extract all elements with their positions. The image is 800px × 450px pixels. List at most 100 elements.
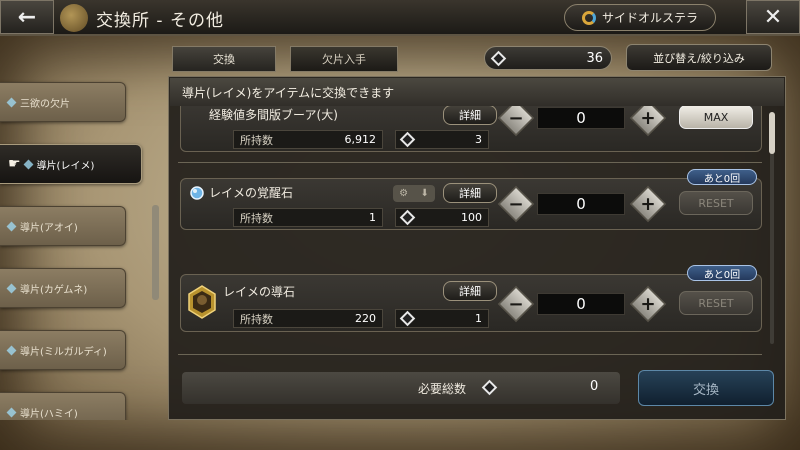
item-tag-icons: ⚙ ⬇ <box>393 185 435 202</box>
cost-value: 3 <box>475 133 482 146</box>
minus-icon: − <box>508 107 524 129</box>
owned-count: 所持数 1 <box>233 208 383 227</box>
category-scrollbar[interactable] <box>152 205 159 300</box>
cost-value: 1 <box>475 312 482 325</box>
shard-diamond-icon <box>6 221 17 231</box>
tab-get-shards[interactable]: 欠片入手 <box>290 46 398 72</box>
minus-icon: − <box>508 293 524 315</box>
back-button[interactable]: ← <box>0 0 54 34</box>
owned-count: 所持数 6,912 <box>233 130 383 149</box>
emblem-icon <box>60 4 88 32</box>
shard-diamond-icon <box>399 131 416 148</box>
remaining-badge: あと0回 <box>687 169 757 185</box>
row-divider <box>178 162 762 163</box>
plus-icon: + <box>640 107 656 129</box>
detail-button[interactable]: 詳細 <box>443 106 497 125</box>
category-item[interactable]: 導片(アオイ) <box>0 206 126 246</box>
item-row: あと0回 レイメの覚醒石 ⚙ ⬇ 詳細 所持数 1 100 − 0 + RESE… <box>180 169 762 230</box>
owned-label: 所持数 <box>240 133 273 147</box>
exchange-button[interactable]: 交換 <box>638 370 774 406</box>
plus-icon: + <box>640 193 656 215</box>
category-list: 三欲の欠片 ☛ 導片(レイメ) 導片(アオイ) 導片(カゲムネ) 導片(ミルガル… <box>0 48 160 420</box>
shard-diamond-icon <box>490 50 507 66</box>
shard-diamond-icon <box>6 283 17 293</box>
guidance-stone-icon <box>188 285 216 319</box>
plus-icon: + <box>640 293 656 315</box>
reset-button[interactable]: RESET <box>679 291 753 315</box>
minus-icon: − <box>508 193 524 215</box>
item-row: 経験値多間版ブーア(大) 詳細 所持数 6,912 3 − 0 + MAX <box>180 106 762 152</box>
quantity-value: 0 <box>537 193 625 215</box>
shard-diamond-icon <box>6 345 17 355</box>
shard-diamond-icon <box>399 209 416 226</box>
download-icon: ⬇ <box>420 188 429 199</box>
quantity-stepper: − 0 + <box>497 185 667 223</box>
currency-value: 36 <box>586 50 603 66</box>
owned-label: 所持数 <box>240 211 273 225</box>
close-icon: ✕ <box>763 4 783 30</box>
category-label: 導片(レイメ) <box>36 160 95 172</box>
gear-icon: ⚙ <box>399 188 409 199</box>
shard-diamond-icon <box>23 159 34 169</box>
reset-button[interactable]: RESET <box>679 191 753 215</box>
item-list: 経験値多間版ブーア(大) 詳細 所持数 6,912 3 − 0 + MAX あと… <box>178 106 768 364</box>
increase-button[interactable]: + <box>629 285 667 323</box>
category-item[interactable]: 導片(ミルガルディ) <box>0 330 126 370</box>
quantity-value: 0 <box>537 293 625 315</box>
decrease-button[interactable]: − <box>497 285 535 323</box>
max-button[interactable]: MAX <box>679 106 753 129</box>
category-item[interactable]: 導片(カゲムネ) <box>0 268 126 308</box>
category-label: 導片(アオイ) <box>20 222 78 234</box>
required-total-bar: 必要総数 0 <box>182 372 620 404</box>
category-label: 導片(ミルガルディ) <box>20 346 107 358</box>
side-orsterra-label: サイドオルステラ <box>601 11 698 25</box>
shard-diamond-icon <box>481 379 498 396</box>
owned-count: 所持数 220 <box>233 309 383 328</box>
quantity-stepper: − 0 + <box>497 106 667 137</box>
list-scrollbar-thumb[interactable] <box>769 112 775 154</box>
shard-diamond-icon <box>6 407 17 417</box>
shard-diamond-icon <box>399 310 416 327</box>
close-button[interactable]: ✕ <box>746 0 800 34</box>
cost-value: 100 <box>461 211 482 224</box>
category-label: 導片(ハミイ) <box>20 408 78 420</box>
item-row: あと0回 レイメの導石 詳細 所持数 220 1 − 0 + RESET <box>180 265 762 332</box>
category-item[interactable]: 三欲の欠片 <box>0 82 126 122</box>
decrease-button[interactable]: − <box>497 185 535 223</box>
item-name: 経験値多間版ブーア(大) <box>209 108 338 122</box>
cost-box: 100 <box>395 208 489 227</box>
item-name: レイメの導石 <box>223 285 296 299</box>
decrease-button[interactable]: − <box>497 106 535 137</box>
info-bar: 導片(レイメ)をアイテムに交換できます <box>170 78 784 106</box>
category-item-active[interactable]: ☛ 導片(レイメ) <box>0 144 142 184</box>
tab-exchange[interactable]: 交換 <box>172 46 276 72</box>
cost-box: 3 <box>395 130 489 149</box>
sort-filter-button[interactable]: 並び替え/絞り込み <box>626 44 772 71</box>
currency-counter: 36 <box>484 46 612 70</box>
category-label: 導片(カゲムネ) <box>20 284 88 296</box>
awakening-stone-icon <box>190 186 204 200</box>
increase-button[interactable]: + <box>629 185 667 223</box>
owned-value: 220 <box>355 312 376 325</box>
ring-icon <box>581 10 596 25</box>
cost-box: 1 <box>395 309 489 328</box>
header-bar: ← 交換所 - その他 サイドオルステラ ✕ <box>0 0 800 36</box>
quantity-stepper: − 0 + <box>497 285 667 323</box>
detail-button[interactable]: 詳細 <box>443 281 497 301</box>
remaining-badge: あと0回 <box>687 265 757 281</box>
category-label: 三欲の欠片 <box>20 98 70 110</box>
category-item[interactable]: 導片(ハミイ) <box>0 392 126 420</box>
owned-value: 6,912 <box>344 133 377 146</box>
increase-button[interactable]: + <box>629 106 667 137</box>
detail-button[interactable]: 詳細 <box>443 183 497 203</box>
row-divider <box>178 354 762 355</box>
quantity-value: 0 <box>537 107 625 129</box>
item-name: レイメの覚醒石 <box>209 186 294 200</box>
back-arrow-icon: ← <box>17 4 37 30</box>
side-orsterra-button[interactable]: サイドオルステラ <box>564 4 716 31</box>
page-title: 交換所 - その他 <box>96 11 224 31</box>
owned-value: 1 <box>369 211 376 224</box>
pointing-hand-icon: ☛ <box>8 156 21 172</box>
required-total-label: 必要総数 <box>418 382 467 396</box>
shard-diamond-icon <box>6 97 17 107</box>
